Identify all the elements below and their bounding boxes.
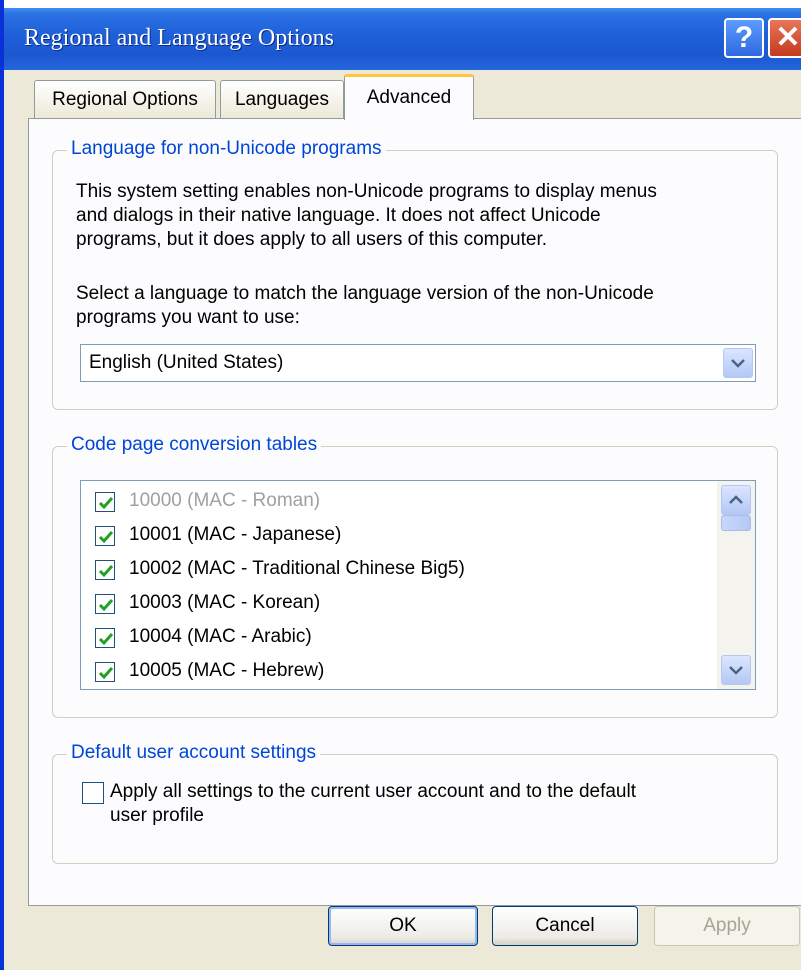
tab-languages[interactable]: Languages: [220, 80, 344, 118]
list-item-label: 10000 (MAC - Roman): [129, 490, 321, 511]
scroll-down-button[interactable]: [721, 655, 751, 685]
list-item-label: 10001 (MAC - Japanese): [129, 524, 342, 545]
list-scrollbar[interactable]: [717, 481, 755, 689]
description-line: programs, but it does apply to all users…: [76, 229, 548, 250]
list-item[interactable]: 10002 (MAC - Traditional Chinese Big5): [81, 553, 711, 587]
dialog-window: Regional and Language Options ? ✕ Region…: [0, 0, 801, 970]
list-item[interactable]: 10005 (MAC - Hebrew): [81, 655, 711, 689]
group-title: Code page conversion tables: [67, 434, 322, 456]
checkbox[interactable]: [95, 560, 115, 580]
list-item[interactable]: 10001 (MAC - Japanese): [81, 519, 711, 553]
check-icon: [98, 633, 114, 646]
tab-label: Advanced: [366, 87, 452, 108]
list-item-label: 10005 (MAC - Hebrew): [129, 660, 325, 681]
list-item[interactable]: 10000 (MAC - Roman): [81, 485, 711, 519]
chevron-down-icon: [731, 359, 745, 368]
label-line: user profile: [110, 805, 204, 826]
prompt-line: programs you want to use:: [76, 307, 300, 328]
group-title: Default user account settings: [67, 742, 321, 764]
list-item-label: 10003 (MAC - Korean): [129, 592, 321, 613]
check-icon: [98, 667, 114, 680]
apply-button[interactable]: Apply: [654, 906, 800, 946]
description-line: This system setting enables non-Unicode …: [76, 181, 657, 202]
chevron-up-icon: [729, 495, 743, 504]
checkbox[interactable]: [95, 492, 115, 512]
help-button[interactable]: ?: [724, 18, 764, 58]
checkbox[interactable]: [95, 628, 115, 648]
list-item-label: 10004 (MAC - Arabic): [129, 626, 312, 647]
code-page-list[interactable]: 10000 (MAC - Roman) 10001 (MAC - Japanes…: [80, 480, 756, 690]
help-icon: ?: [734, 21, 754, 54]
scroll-up-button[interactable]: [721, 485, 751, 515]
ok-button[interactable]: OK: [328, 906, 478, 946]
check-icon: [98, 531, 114, 544]
checkbox[interactable]: [95, 662, 115, 682]
cancel-button[interactable]: Cancel: [492, 906, 638, 946]
description-line: and dialogs in their native language. It…: [76, 205, 601, 226]
list-item[interactable]: 10004 (MAC - Arabic): [81, 621, 711, 655]
tab-regional-options[interactable]: Regional Options: [34, 80, 216, 118]
tab-label: Regional Options: [52, 89, 198, 110]
window-title: Regional and Language Options: [24, 25, 334, 51]
close-button[interactable]: ✕: [768, 18, 801, 58]
scroll-thumb[interactable]: [721, 515, 751, 531]
apply-to-default-checkbox[interactable]: [82, 782, 104, 804]
apply-to-default-label[interactable]: Apply all settings to the current user a…: [110, 780, 636, 828]
background-strip: [4, 0, 801, 8]
selected-language: English (United States): [89, 352, 284, 373]
chevron-down-icon: [729, 666, 743, 675]
checkbox[interactable]: [95, 594, 115, 614]
tab-label: Languages: [234, 89, 330, 110]
dropdown-button[interactable]: [723, 348, 753, 378]
check-icon: [98, 565, 114, 578]
prompt-line: Select a language to match the language …: [76, 283, 654, 304]
check-icon: [98, 599, 114, 612]
close-icon: ✕: [775, 21, 801, 54]
label-line: Apply all settings to the current user a…: [110, 781, 636, 802]
language-select[interactable]: English (United States): [80, 344, 756, 382]
language-prompt: Select a language to match the language …: [76, 282, 654, 330]
tab-advanced[interactable]: Advanced: [344, 74, 474, 120]
non-unicode-description: This system setting enables non-Unicode …: [76, 180, 657, 252]
check-icon: [98, 497, 114, 510]
title-bar[interactable]: Regional and Language Options ? ✕: [4, 8, 801, 70]
group-title: Language for non-Unicode programs: [67, 138, 386, 160]
list-item[interactable]: 10003 (MAC - Korean): [81, 587, 711, 621]
list-item-label: 10002 (MAC - Traditional Chinese Big5): [129, 558, 465, 579]
checkbox[interactable]: [95, 526, 115, 546]
